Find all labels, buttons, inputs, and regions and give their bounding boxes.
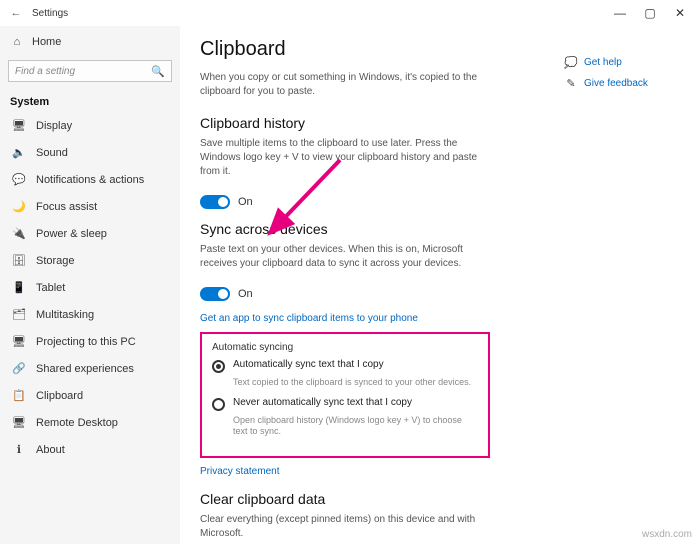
privacy-link[interactable]: Privacy statement bbox=[200, 466, 680, 477]
auto-sync-frame: Automatic syncing Automatically sync tex… bbox=[200, 332, 490, 458]
nav-label: Sound bbox=[36, 147, 68, 159]
get-help-link[interactable]: 💭 Get help bbox=[564, 56, 674, 69]
sidebar-item[interactable]: ℹ About bbox=[0, 436, 180, 463]
nav-icon: 💬 bbox=[12, 173, 26, 186]
maximize-button[interactable]: ▢ bbox=[644, 6, 656, 20]
sidebar-item[interactable]: 🌙 Focus assist bbox=[0, 193, 180, 220]
help-icon: 💭 bbox=[564, 56, 578, 69]
app-title: Settings bbox=[32, 8, 68, 19]
nav-label: Display bbox=[36, 120, 72, 132]
aside-links: 💭 Get help ✎ Give feedback bbox=[564, 56, 674, 98]
watermark: wsxdn.com bbox=[642, 529, 692, 540]
sidebar-item[interactable]: 🖥 Projecting to this PC bbox=[0, 328, 180, 355]
nav-label: Projecting to this PC bbox=[36, 336, 136, 348]
nav-icon: ℹ bbox=[12, 443, 26, 456]
history-toggle[interactable] bbox=[200, 195, 230, 209]
auto-sync-option-auto[interactable]: Automatically sync text that I copy bbox=[212, 359, 478, 373]
nav-label: Tablet bbox=[36, 282, 65, 294]
sidebar-item[interactable]: 📱 Tablet bbox=[0, 274, 180, 301]
clear-desc: Clear everything (except pinned items) o… bbox=[200, 513, 480, 541]
sidebar: ⌂ Home Find a setting 🔍 System 🖥 Display 🔈… bbox=[0, 26, 180, 544]
nav-icon: 🔌 bbox=[12, 227, 26, 240]
sidebar-item[interactable]: 🔌 Power & sleep bbox=[0, 220, 180, 247]
feedback-icon: ✎ bbox=[564, 77, 578, 90]
sidebar-item[interactable]: 🔗 Shared experiences bbox=[0, 355, 180, 382]
page-intro: When you copy or cut something in Window… bbox=[200, 71, 480, 99]
nav-icon: 🖥 bbox=[12, 335, 26, 348]
sidebar-nav: 🖥 Display 🔈 Sound 💬 Notifications & actions 🌙 F… bbox=[0, 112, 180, 463]
nav-icon: 🔗 bbox=[12, 362, 26, 375]
sidebar-section-title: System bbox=[0, 90, 180, 112]
search-input[interactable]: Find a setting 🔍 bbox=[8, 60, 172, 82]
nav-icon: 📋 bbox=[12, 389, 26, 402]
sidebar-item[interactable]: 🔈 Sound bbox=[0, 139, 180, 166]
nav-icon: 🗄 bbox=[12, 254, 26, 267]
nav-label: Remote Desktop bbox=[36, 417, 118, 429]
back-icon[interactable]: ← bbox=[8, 7, 24, 19]
nav-icon: 🖥 bbox=[12, 119, 26, 132]
search-icon: 🔍 bbox=[151, 65, 165, 78]
sidebar-item[interactable]: 🗄 Storage bbox=[0, 247, 180, 274]
nav-label: Notifications & actions bbox=[36, 174, 144, 186]
sync-state: On bbox=[238, 288, 253, 300]
auto-sync-option-never[interactable]: Never automatically sync text that I cop… bbox=[212, 397, 478, 411]
home-icon: ⌂ bbox=[10, 36, 24, 48]
nav-icon: 🌙 bbox=[12, 200, 26, 213]
sidebar-home[interactable]: ⌂ Home bbox=[0, 30, 180, 54]
history-desc: Save multiple items to the clipboard to … bbox=[200, 137, 480, 179]
minimize-button[interactable]: ― bbox=[614, 6, 626, 20]
history-state: On bbox=[238, 196, 253, 208]
content-pane: Clipboard When you copy or cut something… bbox=[180, 26, 700, 544]
clear-heading: Clear clipboard data bbox=[200, 491, 680, 507]
nav-label: Shared experiences bbox=[36, 363, 134, 375]
sync-toggle[interactable] bbox=[200, 287, 230, 301]
nav-label: Focus assist bbox=[36, 201, 97, 213]
nav-label: Power & sleep bbox=[36, 228, 107, 240]
history-heading: Clipboard history bbox=[200, 115, 680, 131]
nav-icon: 📱 bbox=[12, 281, 26, 294]
sync-heading: Sync across devices bbox=[200, 221, 680, 237]
sidebar-item[interactable]: 🖥 Display bbox=[0, 112, 180, 139]
sidebar-item[interactable]: 💬 Notifications & actions bbox=[0, 166, 180, 193]
radio-icon bbox=[212, 398, 225, 411]
nav-label: Multitasking bbox=[36, 309, 94, 321]
nav-label: About bbox=[36, 444, 65, 456]
nav-label: Storage bbox=[36, 255, 75, 267]
radio-icon bbox=[212, 360, 225, 373]
titlebar: ← Settings ― ▢ ✕ bbox=[0, 0, 700, 26]
sync-app-link[interactable]: Get an app to sync clipboard items to yo… bbox=[200, 313, 680, 324]
sidebar-item[interactable]: 🖥 Remote Desktop bbox=[0, 409, 180, 436]
nav-label: Clipboard bbox=[36, 390, 83, 402]
auto-sync-title: Automatic syncing bbox=[212, 342, 478, 353]
nav-icon: 🗂 bbox=[12, 308, 26, 321]
sidebar-item[interactable]: 📋 Clipboard bbox=[0, 382, 180, 409]
close-button[interactable]: ✕ bbox=[674, 6, 686, 20]
sync-desc: Paste text on your other devices. When t… bbox=[200, 243, 480, 271]
nav-icon: 🔈 bbox=[12, 146, 26, 159]
sidebar-item[interactable]: 🗂 Multitasking bbox=[0, 301, 180, 328]
give-feedback-link[interactable]: ✎ Give feedback bbox=[564, 77, 674, 90]
nav-icon: 🖥 bbox=[12, 416, 26, 429]
